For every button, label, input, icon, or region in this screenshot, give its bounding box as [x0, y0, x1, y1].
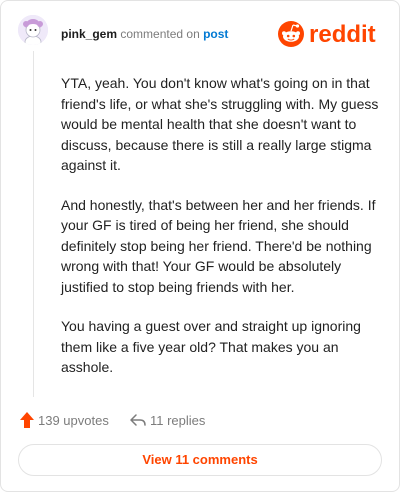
commented-on-text: commented on: [120, 27, 200, 41]
comment-paragraph: YTA, yeah. You don't know what's going o…: [61, 75, 379, 173]
reddit-snoo-icon: [278, 21, 304, 47]
avatar-icon: [18, 15, 48, 45]
view-comments-button[interactable]: View 11 comments: [18, 444, 382, 476]
upvote-arrow-icon[interactable]: [19, 411, 35, 429]
thread-line: [33, 51, 34, 397]
comment-header: pink_gem commented on post reddit: [18, 15, 388, 55]
username-link[interactable]: pink_gem: [61, 27, 117, 41]
comment-paragraph: And honestly, that's between her and her…: [61, 196, 376, 295]
comment-card: pink_gem commented on post reddit YTA, y…: [0, 0, 400, 492]
reply-arrow-icon[interactable]: [129, 413, 147, 427]
reddit-wordmark: reddit: [309, 21, 376, 48]
comment-actions: 139 upvotes 11 replies: [19, 410, 379, 432]
upvote-count: 139 upvotes: [38, 413, 109, 428]
comment-paragraph: You having a guest over and straight up …: [61, 318, 361, 375]
byline: pink_gem commented on post: [61, 26, 228, 42]
avatar[interactable]: [18, 15, 48, 45]
reddit-logo[interactable]: reddit: [278, 18, 388, 50]
post-link[interactable]: post: [203, 27, 228, 41]
replies-count[interactable]: 11 replies: [150, 413, 205, 428]
comment-body: YTA, yeah. You don't know what's going o…: [61, 73, 379, 397]
